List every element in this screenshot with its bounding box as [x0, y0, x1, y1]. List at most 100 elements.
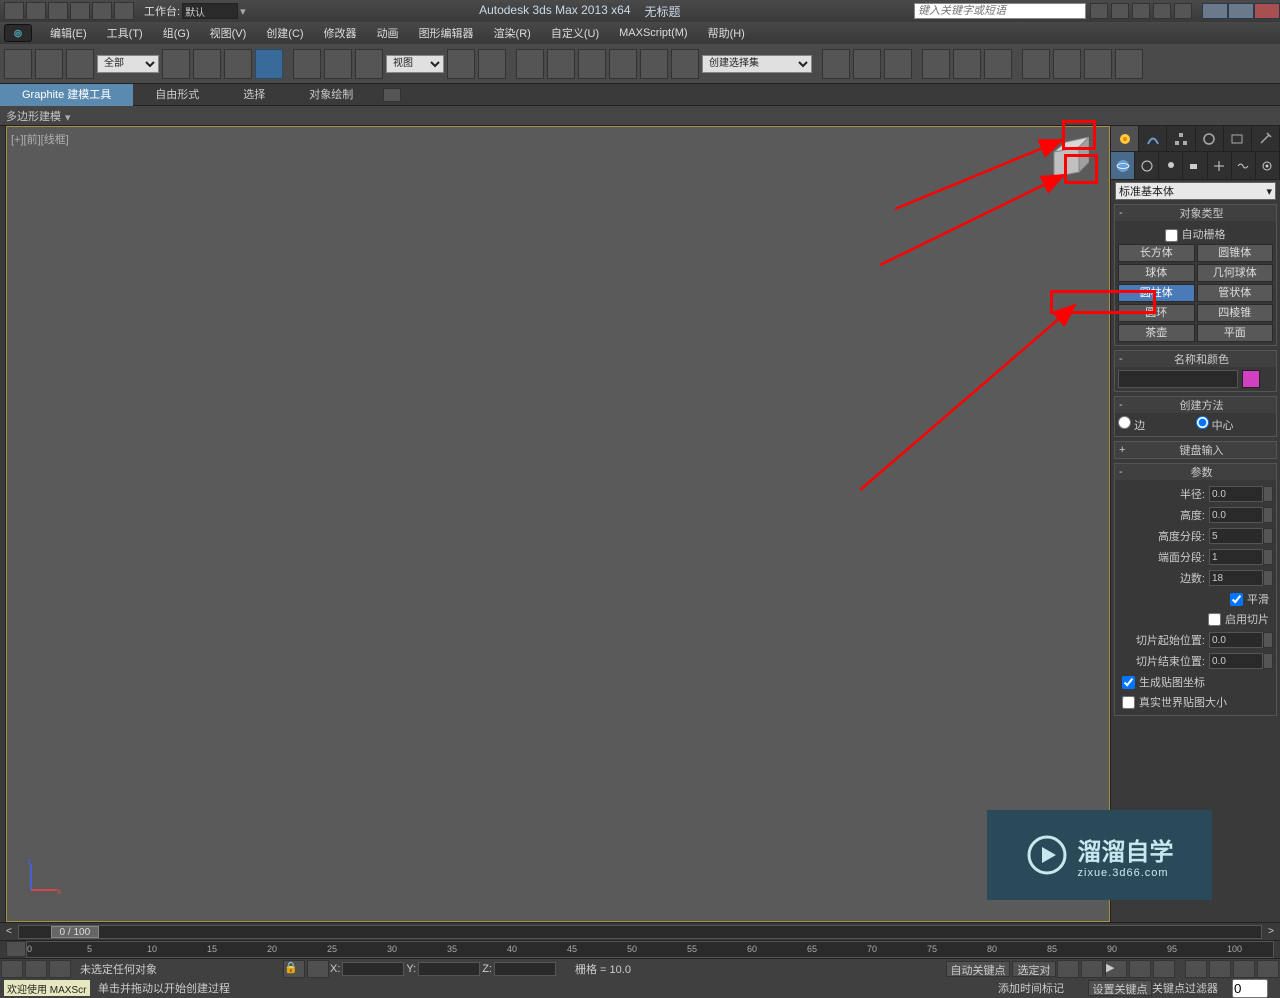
obj-cone-button[interactable]: 圆锥体: [1197, 244, 1274, 262]
qat-new-icon[interactable]: [4, 2, 24, 20]
viewport-front[interactable]: [+][前][线框] z x: [6, 126, 1110, 922]
subtab-systems-icon[interactable]: [1256, 152, 1280, 179]
z-coord-input[interactable]: [494, 962, 556, 976]
mini-curve-editor-icon[interactable]: [1, 960, 23, 978]
ref-coord-dropdown[interactable]: 视图: [386, 55, 444, 73]
subtab-cameras-icon[interactable]: [1183, 152, 1207, 179]
play-icon[interactable]: ▶: [1105, 960, 1127, 978]
height-spin-buttons[interactable]: [1263, 507, 1273, 523]
qat-save-icon[interactable]: [48, 2, 68, 20]
x-coord-input[interactable]: [342, 962, 404, 976]
menu-create[interactable]: 创建(C): [256, 25, 313, 41]
qat-project-icon[interactable]: [114, 2, 134, 20]
bind-spacewarp-icon[interactable]: [66, 49, 94, 79]
lock-icon[interactable]: 🔒: [283, 960, 305, 978]
named-selection-dropdown[interactable]: 创建选择集: [702, 55, 812, 73]
render-iterative-icon[interactable]: [1115, 49, 1143, 79]
render-production-icon[interactable]: [1084, 49, 1112, 79]
snap-3d-icon[interactable]: [547, 49, 575, 79]
chevron-down-icon[interactable]: ▾: [65, 111, 75, 121]
obj-geosphere-button[interactable]: 几何球体: [1197, 264, 1274, 282]
viewcube[interactable]: [1044, 137, 1089, 182]
layers-icon[interactable]: [884, 49, 912, 79]
menu-group[interactable]: 组(G): [153, 25, 200, 41]
sliceto-spin-buttons[interactable]: [1263, 653, 1273, 669]
selection-filter-dropdown[interactable]: 全部: [97, 55, 159, 73]
real-world-checkbox[interactable]: [1122, 696, 1135, 709]
search-input[interactable]: [914, 3, 1086, 19]
current-frame-input[interactable]: [1232, 979, 1268, 998]
y-coord-input[interactable]: [418, 962, 480, 976]
menu-edit[interactable]: 编辑(E): [40, 25, 97, 41]
window-maximize-button[interactable]: [1228, 3, 1254, 19]
schematic-view-icon[interactable]: [953, 49, 981, 79]
radio-center[interactable]: [1196, 416, 1209, 429]
unlink-icon[interactable]: [35, 49, 63, 79]
menu-rendering[interactable]: 渲染(R): [484, 25, 541, 41]
viewport-nav-zoomall-icon[interactable]: [1233, 960, 1255, 978]
height-segs-spinner[interactable]: [1209, 528, 1263, 544]
subtab-spacewarps-icon[interactable]: [1232, 152, 1256, 179]
ribbon-tab-selection[interactable]: 选择: [221, 84, 287, 106]
menu-customize[interactable]: 自定义(U): [541, 25, 609, 41]
subtab-helpers-icon[interactable]: [1208, 152, 1232, 179]
object-color-swatch[interactable]: [1242, 370, 1260, 388]
ribbon-expand-icon[interactable]: [383, 88, 401, 102]
exchange-icon[interactable]: [1132, 3, 1150, 19]
align-icon[interactable]: [853, 49, 881, 79]
rollout-object-type[interactable]: 对象类型: [1131, 205, 1272, 221]
obj-teapot-button[interactable]: 茶壶: [1118, 324, 1195, 342]
use-pivot-icon[interactable]: [447, 49, 475, 79]
time-thumb[interactable]: 0 / 100: [51, 926, 99, 938]
tab-utilities-icon[interactable]: [1252, 126, 1280, 151]
window-crossing-icon[interactable]: [255, 49, 283, 79]
set-key-button[interactable]: 设置关键点: [1088, 980, 1152, 996]
radius-spin-buttons[interactable]: [1263, 486, 1273, 502]
percent-snap-icon[interactable]: [609, 49, 637, 79]
ribbon-tab-freeform[interactable]: 自由形式: [133, 84, 221, 106]
radius-spinner[interactable]: [1209, 486, 1263, 502]
tab-create-icon[interactable]: [1111, 126, 1139, 151]
rollout-creation-method[interactable]: 创建方法: [1131, 397, 1272, 413]
menu-views[interactable]: 视图(V): [200, 25, 257, 41]
subtab-geometry-icon[interactable]: [1111, 152, 1135, 179]
rollout-keyboard-entry[interactable]: 键盘输入: [1131, 442, 1272, 458]
favorites-icon[interactable]: [1153, 3, 1171, 19]
radio-edge[interactable]: [1118, 416, 1131, 429]
heightsegs-spin-buttons[interactable]: [1263, 528, 1273, 544]
selection-lock-icon[interactable]: [49, 960, 71, 978]
workspace-dropdown[interactable]: 默认: [182, 3, 238, 19]
select-scale-icon[interactable]: [355, 49, 383, 79]
menu-maxscript[interactable]: MAXScript(M): [609, 27, 697, 39]
rollout-parameters[interactable]: 参数: [1131, 464, 1272, 480]
angle-snap-icon[interactable]: [578, 49, 606, 79]
gen-mapping-checkbox[interactable]: [1122, 676, 1135, 689]
obj-box-button[interactable]: 长方体: [1118, 244, 1195, 262]
sides-spin-buttons[interactable]: [1263, 570, 1273, 586]
trackbar-toggle-icon[interactable]: [6, 941, 26, 957]
material-editor-icon[interactable]: [984, 49, 1012, 79]
slice-from-spinner[interactable]: [1209, 632, 1263, 648]
rendered-frame-icon[interactable]: [1053, 49, 1081, 79]
goto-end-icon[interactable]: [1153, 960, 1175, 978]
tab-modify-icon[interactable]: [1139, 126, 1167, 151]
cap-segs-spinner[interactable]: [1209, 549, 1263, 565]
tab-hierarchy-icon[interactable]: [1167, 126, 1195, 151]
viewport-nav-zoom-icon[interactable]: [1209, 960, 1231, 978]
qat-undo-icon[interactable]: [70, 2, 90, 20]
qat-open-icon[interactable]: [26, 2, 46, 20]
window-close-button[interactable]: [1254, 3, 1280, 19]
obj-torus-button[interactable]: 圆环: [1118, 304, 1195, 322]
subtab-lights-icon[interactable]: [1159, 152, 1183, 179]
menu-graph-editors[interactable]: 图形编辑器: [409, 25, 484, 41]
category-dropdown[interactable]: 标准基本体▾: [1115, 182, 1276, 200]
obj-tube-button[interactable]: 管状体: [1197, 284, 1274, 302]
menu-help[interactable]: 帮助(H): [698, 25, 755, 41]
select-manipulate-icon[interactable]: [478, 49, 506, 79]
key-filters-button[interactable]: 关键点过滤器: [1152, 980, 1232, 996]
menu-modifiers[interactable]: 修改器: [314, 25, 367, 41]
capsegs-spin-buttons[interactable]: [1263, 549, 1273, 565]
viewport-label[interactable]: [+][前][线框]: [11, 131, 69, 147]
time-slider[interactable]: < 0 / 100 >: [0, 922, 1280, 940]
select-move-icon[interactable]: [293, 49, 321, 79]
